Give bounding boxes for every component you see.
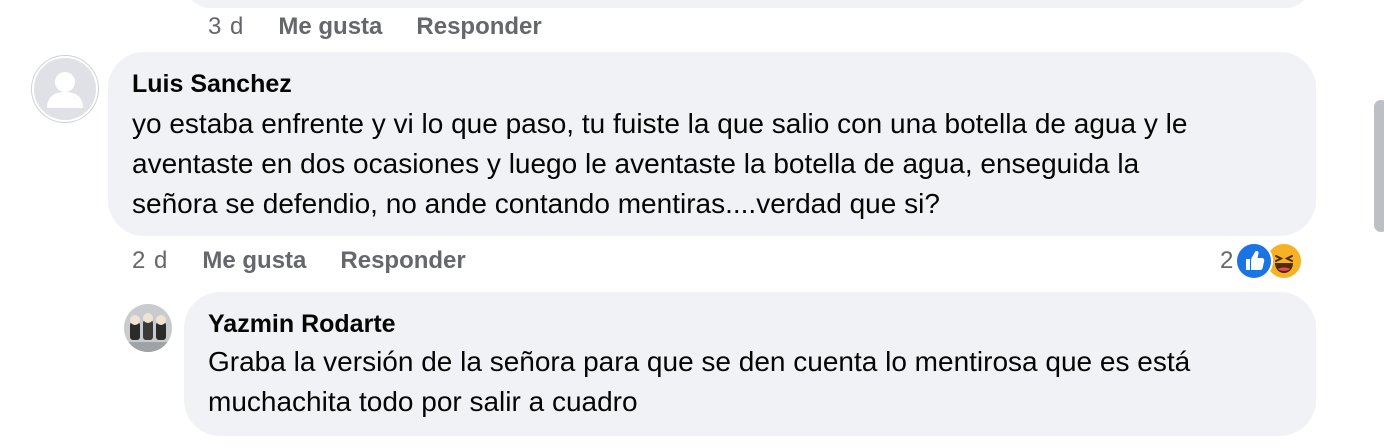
comment-bubble: Luis Sanchez yo estaba enfrente y vi lo … xyxy=(108,52,1316,236)
reply-text-line: muchachita todo por salir a cuadro xyxy=(208,386,638,417)
comment-author[interactable]: Luis Sanchez xyxy=(132,68,1292,100)
reply-text-line: Graba la versión de la señora para que s… xyxy=(208,346,1191,377)
reply-button[interactable]: Responder xyxy=(340,247,465,275)
comment-text: yo estaba enfrente y vi lo que paso, tu … xyxy=(132,104,1292,224)
comment-timestamp[interactable]: 2 d xyxy=(132,247,168,275)
comment-text-line: yo estaba enfrente y vi lo que paso, tu … xyxy=(132,108,1188,139)
like-button[interactable]: Me gusta xyxy=(202,247,306,275)
reply-button[interactable]: Responder xyxy=(416,13,541,41)
reaction-count: 2 xyxy=(1220,247,1234,274)
comment-text-line: señora se defendio, no ande contando men… xyxy=(132,188,940,219)
reply-text: Graba la versión de la señora para que s… xyxy=(208,342,1292,422)
default-user-icon xyxy=(47,72,83,108)
reply-bubble: Yazmin Rodarte Graba la versión de la se… xyxy=(184,292,1316,436)
comment-actions: 2 d Me gusta Responder xyxy=(132,244,500,278)
scrollbar-thumb[interactable] xyxy=(1374,100,1384,232)
avatar-yazmin-rodarte[interactable] xyxy=(124,304,172,352)
previous-comment-bubble xyxy=(186,0,1310,8)
comments-thread: 3 d Me gusta Responder Luis Sanchez yo e… xyxy=(0,0,1384,448)
previous-comment-actions: 3 d Me gusta Responder xyxy=(208,10,576,44)
avatar-luis-sanchez[interactable] xyxy=(32,56,98,122)
reactions-summary[interactable]: 2 xyxy=(1220,242,1304,280)
profile-photo xyxy=(124,304,172,352)
comment-timestamp[interactable]: 3 d xyxy=(208,13,244,41)
comment-text-line: aventaste en dos ocasiones y luego le av… xyxy=(132,148,1140,179)
reply-author[interactable]: Yazmin Rodarte xyxy=(208,308,1292,340)
like-icon xyxy=(1235,242,1274,280)
like-button[interactable]: Me gusta xyxy=(278,13,382,41)
